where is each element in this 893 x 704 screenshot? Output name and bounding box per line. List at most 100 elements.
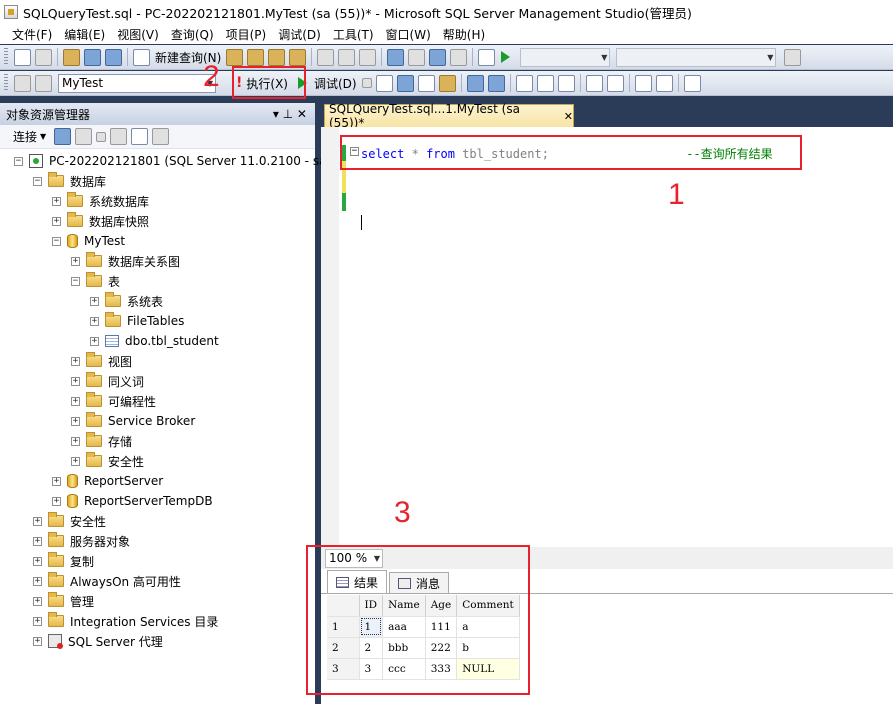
tab-results[interactable]: 结果 xyxy=(327,570,388,593)
debug-play-icon[interactable] xyxy=(297,77,307,89)
expand-icon[interactable]: + xyxy=(33,576,42,586)
grid-cell[interactable]: 111 xyxy=(425,616,458,638)
change-connection-icon[interactable] xyxy=(35,74,52,92)
collapse-icon[interactable]: − xyxy=(14,156,23,166)
menu-query[interactable]: 查询(Q) xyxy=(165,26,220,43)
expand-icon[interactable]: + xyxy=(90,336,99,346)
navigate-forward-icon[interactable] xyxy=(450,48,468,66)
expand-icon[interactable]: + xyxy=(90,316,99,326)
connect-icon[interactable] xyxy=(14,74,31,92)
cut-icon[interactable] xyxy=(317,48,335,66)
grid-corner[interactable] xyxy=(327,595,360,617)
expand-icon[interactable]: + xyxy=(33,556,42,566)
analysis-query-icon[interactable] xyxy=(247,48,265,66)
save-icon[interactable] xyxy=(84,48,101,66)
xmla-query-icon[interactable] xyxy=(289,48,307,66)
tree-node[interactable]: + FileTables xyxy=(90,311,184,331)
expand-icon[interactable]: + xyxy=(33,516,42,526)
activity-icon[interactable] xyxy=(152,128,170,145)
uncomment-icon[interactable] xyxy=(606,74,624,92)
tree-node[interactable]: + 复制 xyxy=(33,551,94,571)
collapse-icon[interactable]: − xyxy=(52,236,61,246)
filter-icon[interactable] xyxy=(110,128,128,145)
navigate-backward-icon[interactable] xyxy=(429,48,447,66)
column-header[interactable]: ID xyxy=(359,595,384,617)
expand-icon[interactable]: + xyxy=(52,476,61,486)
results-to-file-icon[interactable] xyxy=(557,74,575,92)
tree-node[interactable]: − 表 xyxy=(71,271,120,291)
tab-query-file[interactable]: SQLQueryTest.sql...1.MyTest (sa (55))* ✕ xyxy=(324,102,574,130)
open-file-icon[interactable] xyxy=(63,48,80,66)
expand-icon[interactable]: + xyxy=(71,436,80,446)
tree-node[interactable]: + Service Broker xyxy=(71,411,195,431)
expand-icon[interactable]: + xyxy=(33,596,42,606)
copy-icon[interactable] xyxy=(338,48,356,66)
tree-node[interactable]: + 数据库关系图 xyxy=(71,251,180,271)
menu-view[interactable]: 视图(V) xyxy=(111,26,165,43)
find-icon[interactable] xyxy=(784,48,802,66)
tree-node[interactable]: + ReportServer xyxy=(52,471,163,491)
grid-cell[interactable]: 222 xyxy=(425,637,458,659)
tree-node[interactable]: + dbo.tbl_student xyxy=(90,331,219,351)
grid-cell[interactable]: 2 xyxy=(359,637,384,659)
disconnect-icon[interactable] xyxy=(75,128,93,145)
expand-icon[interactable]: + xyxy=(71,396,80,406)
column-header[interactable]: Comment xyxy=(456,595,520,617)
tree-node[interactable]: + 安全性 xyxy=(33,511,106,531)
undo-icon[interactable] xyxy=(387,48,405,66)
tree-node[interactable]: + Integration Services 目录 xyxy=(33,611,218,631)
tree-node[interactable]: + 服务器对象 xyxy=(33,531,130,551)
include-plan-icon[interactable] xyxy=(466,74,484,92)
toolbar-grip[interactable] xyxy=(4,74,8,92)
collapse-icon[interactable]: − xyxy=(71,276,80,286)
execute-button[interactable]: ! 执行(X) xyxy=(232,73,292,94)
column-header[interactable]: Age xyxy=(425,595,458,617)
redo-icon[interactable] xyxy=(408,48,426,66)
expand-icon[interactable]: + xyxy=(71,376,80,386)
expand-icon[interactable]: + xyxy=(71,356,80,366)
expand-icon[interactable]: + xyxy=(33,536,42,546)
display-plan-icon[interactable] xyxy=(396,74,414,92)
tree-node[interactable]: + 可编程性 xyxy=(71,391,156,411)
mdx-query-icon[interactable] xyxy=(268,48,286,66)
cancel-query-icon[interactable] xyxy=(361,78,372,88)
menu-edit[interactable]: 编辑(E) xyxy=(58,26,111,43)
tree-node[interactable]: + 视图 xyxy=(71,351,132,371)
save-all-icon[interactable] xyxy=(105,48,122,66)
grid-cell[interactable]: NULL xyxy=(456,658,520,680)
row-number[interactable]: 3 xyxy=(327,658,360,680)
menu-tools[interactable]: 工具(T) xyxy=(327,26,380,43)
tree-node[interactable]: + ReportServerTempDB xyxy=(52,491,213,511)
available-databases-dropdown[interactable]: MyTest ▼ xyxy=(58,73,216,93)
grid-cell[interactable]: b xyxy=(456,637,520,659)
expand-icon[interactable]: + xyxy=(71,416,80,426)
stop-icon[interactable] xyxy=(96,131,107,142)
grid-cell[interactable]: a xyxy=(456,616,520,638)
close-icon[interactable]: ✕ xyxy=(564,110,573,123)
add-item-icon[interactable] xyxy=(35,48,52,66)
new-query-icon[interactable] xyxy=(133,48,150,66)
column-header[interactable]: Name xyxy=(382,595,426,617)
comment-out-icon[interactable] xyxy=(585,74,603,92)
grid-cell[interactable]: ccc xyxy=(382,658,426,680)
solution-config-dropdown[interactable]: ▼ xyxy=(520,47,611,67)
row-number[interactable]: 1 xyxy=(327,616,360,638)
new-project-icon[interactable] xyxy=(14,48,31,66)
menu-window[interactable]: 窗口(W) xyxy=(380,26,437,43)
menu-help[interactable]: 帮助(H) xyxy=(437,26,491,43)
tree-node[interactable]: + 管理 xyxy=(33,591,94,611)
collapse-region-icon[interactable]: − xyxy=(350,147,359,156)
client-stats-icon[interactable] xyxy=(487,74,505,92)
increase-indent-icon[interactable] xyxy=(655,74,673,92)
intellisense-icon[interactable] xyxy=(438,74,456,92)
parse-checkmark-icon[interactable] xyxy=(375,74,393,92)
start-debug-icon[interactable] xyxy=(501,51,511,63)
connect-object-explorer-icon[interactable] xyxy=(54,128,72,145)
connect-dropdown[interactable]: 连接 xyxy=(10,128,40,145)
expand-icon[interactable]: + xyxy=(71,456,80,466)
platform-dropdown[interactable]: ▼ xyxy=(616,47,777,67)
grid-cell[interactable]: aaa xyxy=(382,616,426,638)
activity-monitor-icon[interactable] xyxy=(478,48,496,66)
expand-icon[interactable]: + xyxy=(33,636,42,646)
specify-template-values-icon[interactable] xyxy=(683,74,701,92)
